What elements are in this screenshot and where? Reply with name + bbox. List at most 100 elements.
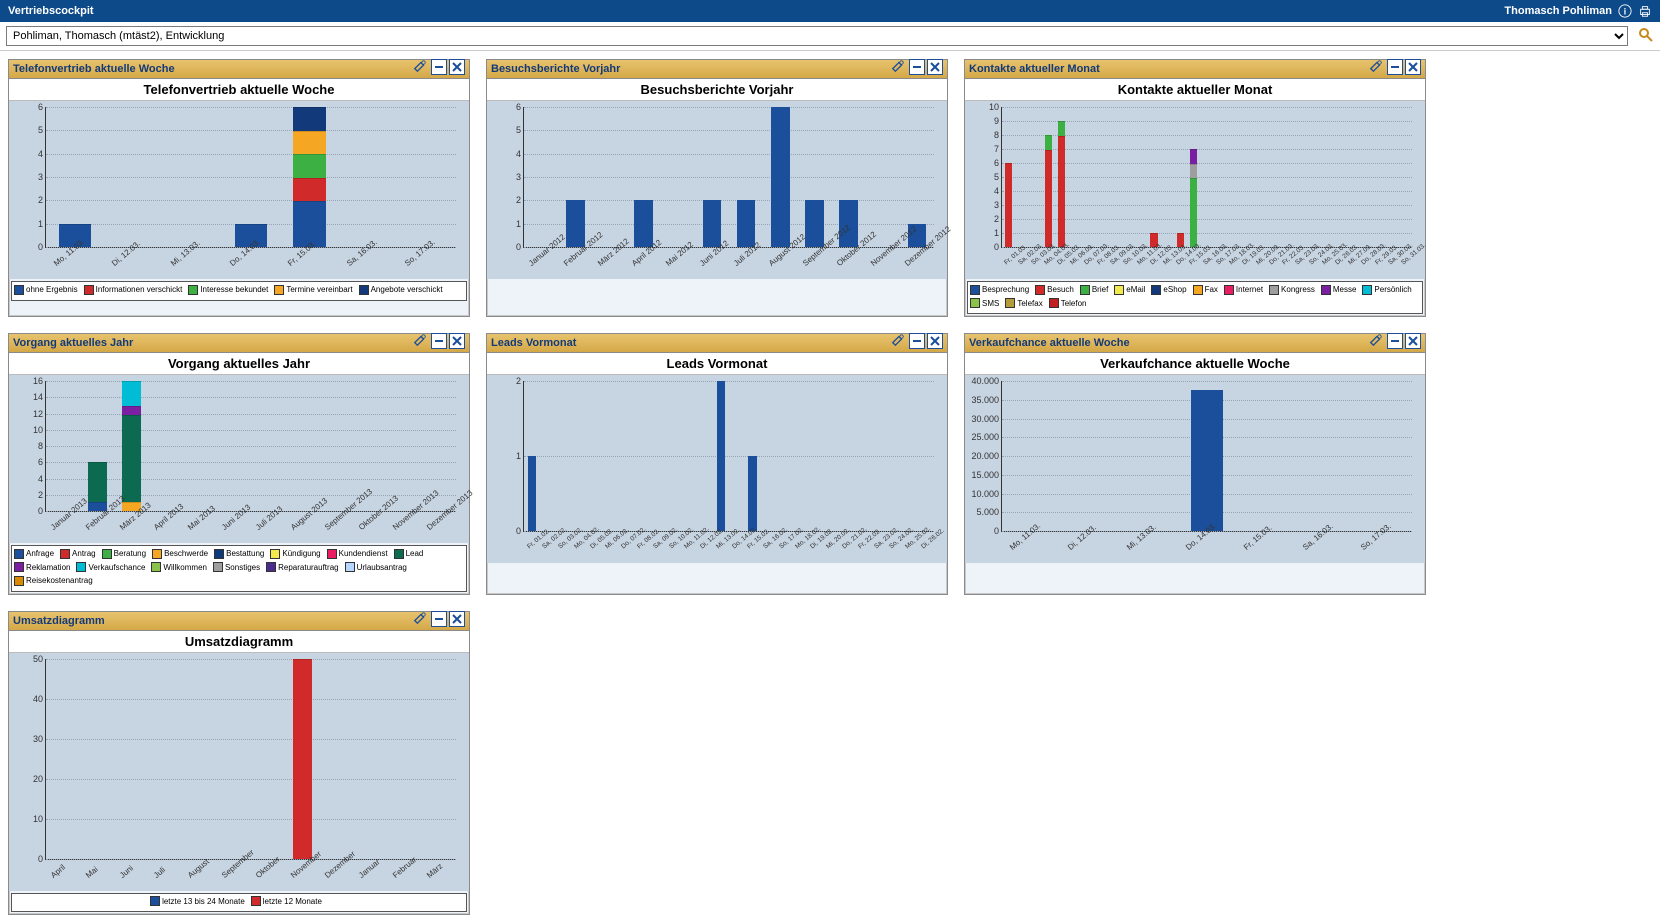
bar[interactable] bbox=[528, 456, 537, 531]
bar[interactable] bbox=[634, 200, 653, 247]
panel-title: Umsatzdiagramm bbox=[13, 612, 413, 630]
legend-item: Beratung bbox=[102, 548, 146, 559]
search-icon[interactable] bbox=[1638, 27, 1654, 46]
panel-title: Kontakte aktueller Monat bbox=[969, 60, 1369, 78]
legend-item: Angebote verschickt bbox=[359, 284, 443, 295]
info-icon[interactable]: i bbox=[1618, 4, 1632, 18]
legend-item: eMail bbox=[1114, 284, 1145, 295]
minimize-button[interactable] bbox=[909, 59, 925, 75]
dashboard-panel: Leads Vormonat Leads Vormonat 012 Fr, 01… bbox=[486, 333, 948, 595]
minimize-button[interactable] bbox=[431, 333, 447, 349]
bar[interactable] bbox=[293, 107, 325, 247]
dashboard-panel: Verkaufchance aktuelle Woche Verkaufchan… bbox=[964, 333, 1426, 595]
bar[interactable] bbox=[122, 381, 141, 511]
x-axis: Januar 2012Februar 2012März 2012April 20… bbox=[524, 247, 934, 277]
legend-item: Termine vereinbart bbox=[274, 284, 352, 295]
minimize-button[interactable] bbox=[431, 59, 447, 75]
settings-icon[interactable] bbox=[891, 59, 905, 79]
legend-item: Reparaturauftrag bbox=[266, 562, 338, 573]
settings-icon[interactable] bbox=[1369, 59, 1383, 79]
legend-item: Fax bbox=[1193, 284, 1218, 295]
close-button[interactable] bbox=[1405, 59, 1421, 75]
close-button[interactable] bbox=[927, 333, 943, 349]
legend-item: Antrag bbox=[60, 548, 96, 559]
bar[interactable] bbox=[771, 107, 790, 247]
plot-area: 01020304050 AprilMaiJuniJuliAugustSeptem… bbox=[45, 659, 456, 860]
bar[interactable] bbox=[748, 456, 757, 531]
legend-item: Beschwerde bbox=[152, 548, 208, 559]
bar[interactable] bbox=[839, 200, 858, 247]
legend: BesprechungBesuchBriefeMaileShopFaxInter… bbox=[967, 281, 1423, 314]
settings-icon[interactable] bbox=[413, 611, 427, 631]
bar[interactable] bbox=[293, 659, 312, 859]
close-button[interactable] bbox=[927, 59, 943, 75]
x-axis: Januar 2013Februar 2013März 2013April 20… bbox=[46, 511, 456, 541]
close-button[interactable] bbox=[449, 59, 465, 75]
bar[interactable] bbox=[1005, 163, 1012, 247]
legend-item: Messe bbox=[1321, 284, 1357, 295]
legend-item: Kongress bbox=[1269, 284, 1315, 295]
bar[interactable] bbox=[1190, 149, 1197, 247]
chart-title: Umsatzdiagramm bbox=[9, 631, 469, 653]
settings-icon[interactable] bbox=[1369, 333, 1383, 353]
legend-item: Besuch bbox=[1035, 284, 1074, 295]
panel-title: Telefonvertrieb aktuelle Woche bbox=[13, 60, 413, 78]
chart-title: Leads Vormonat bbox=[487, 353, 947, 375]
legend-item: Persönlich bbox=[1362, 284, 1411, 295]
panel-header[interactable]: Leads Vormonat bbox=[487, 334, 947, 353]
legend-item: Brief bbox=[1080, 284, 1108, 295]
plot-area: 0123456 Januar 2012Februar 2012März 2012… bbox=[523, 107, 934, 248]
bar[interactable] bbox=[717, 381, 726, 531]
chart-title: Telefonvertrieb aktuelle Woche bbox=[9, 79, 469, 101]
legend-item: Kündigung bbox=[270, 548, 320, 559]
minimize-button[interactable] bbox=[431, 611, 447, 627]
bar[interactable] bbox=[88, 462, 107, 511]
chart-title: Besuchsberichte Vorjahr bbox=[487, 79, 947, 101]
minimize-button[interactable] bbox=[909, 333, 925, 349]
panel-title: Vorgang aktuelles Jahr bbox=[13, 334, 413, 352]
plot-area: 012345678910 Fr, 01.03.Sa, 02.03.So, 03.… bbox=[1001, 107, 1412, 248]
bar[interactable] bbox=[1045, 135, 1052, 247]
bar[interactable] bbox=[737, 200, 756, 247]
minimize-button[interactable] bbox=[1387, 333, 1403, 349]
bar[interactable] bbox=[805, 200, 824, 247]
legend-item: Telefax bbox=[1005, 298, 1042, 309]
close-button[interactable] bbox=[1405, 333, 1421, 349]
panel-header[interactable]: Kontakte aktueller Monat bbox=[965, 60, 1425, 79]
legend-item: Bestattung bbox=[214, 548, 264, 559]
chart-title: Kontakte aktueller Monat bbox=[965, 79, 1425, 101]
legend: AnfrageAntragBeratungBeschwerdeBestattun… bbox=[11, 545, 467, 592]
bar[interactable] bbox=[566, 200, 585, 247]
x-axis: Fr, 01.03.Sa, 02.03.So, 03.03.Mo, 04.03.… bbox=[1002, 247, 1412, 277]
context-select[interactable]: Pohliman, Thomasch (mtäst2), Entwicklung bbox=[6, 26, 1628, 46]
panel-header[interactable]: Vorgang aktuelles Jahr bbox=[9, 334, 469, 353]
app-title: Vertriebscockpit bbox=[8, 0, 94, 22]
legend-item: Sonstiges bbox=[213, 562, 260, 573]
legend-item: SMS bbox=[970, 298, 999, 309]
settings-icon[interactable] bbox=[891, 333, 905, 353]
legend-item: Internet bbox=[1224, 284, 1263, 295]
print-icon[interactable] bbox=[1638, 4, 1652, 18]
legend-item: Willkommen bbox=[151, 562, 207, 573]
panel-title: Verkaufchance aktuelle Woche bbox=[969, 334, 1369, 352]
close-button[interactable] bbox=[449, 333, 465, 349]
panel-header[interactable]: Verkaufchance aktuelle Woche bbox=[965, 334, 1425, 353]
bar[interactable] bbox=[1191, 390, 1223, 531]
dashboard-panel: Besuchsberichte Vorjahr Besuchsberichte … bbox=[486, 59, 948, 317]
legend-item: Kundendienst bbox=[327, 548, 388, 559]
x-axis: AprilMaiJuniJuliAugustSeptemberOktoberNo… bbox=[46, 859, 456, 889]
bar[interactable] bbox=[703, 200, 722, 247]
panel-header[interactable]: Besuchsberichte Vorjahr bbox=[487, 60, 947, 79]
minimize-button[interactable] bbox=[1387, 59, 1403, 75]
x-axis: Mo, 11.03.Di, 12.03.Mi, 13.03.Do, 14.03.… bbox=[1002, 531, 1412, 561]
panel-header[interactable]: Telefonvertrieb aktuelle Woche bbox=[9, 60, 469, 79]
chart-title: Verkaufchance aktuelle Woche bbox=[965, 353, 1425, 375]
legend-item: eShop bbox=[1151, 284, 1186, 295]
settings-icon[interactable] bbox=[413, 59, 427, 79]
plot-area: 012 Fr, 01.02.Sa, 02.02.So, 03.02.Mo, 04… bbox=[523, 381, 934, 532]
panel-header[interactable]: Umsatzdiagramm bbox=[9, 612, 469, 631]
bar[interactable] bbox=[1058, 121, 1065, 247]
settings-icon[interactable] bbox=[413, 333, 427, 353]
legend-item: Reisekostenantrag bbox=[14, 575, 93, 586]
close-button[interactable] bbox=[449, 611, 465, 627]
